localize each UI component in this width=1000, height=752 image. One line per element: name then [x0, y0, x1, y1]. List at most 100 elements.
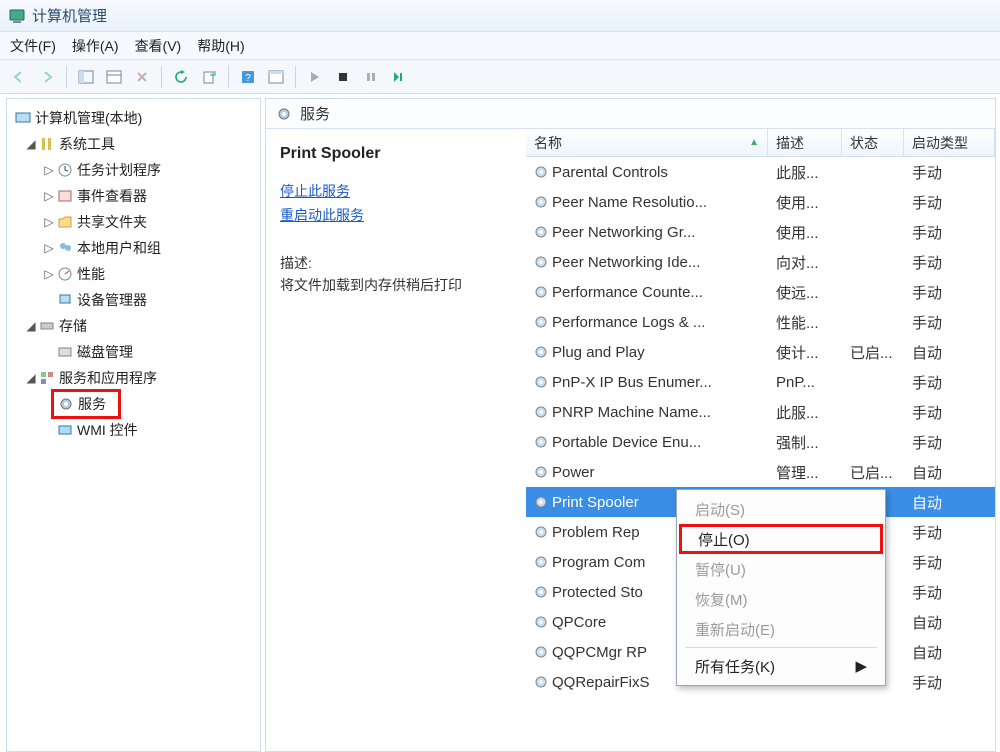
- tree-task-scheduler[interactable]: ▷ 任务计划程序: [11, 157, 256, 183]
- service-name: PNRP Machine Name...: [552, 404, 711, 421]
- titlebar: 计算机管理: [0, 0, 1000, 32]
- computer-icon: [15, 110, 31, 126]
- service-name: Performance Logs & ...: [552, 314, 705, 331]
- service-desc: 此服...: [768, 402, 842, 423]
- gear-icon: [534, 255, 548, 269]
- pause-button[interactable]: [360, 66, 382, 88]
- service-name: Performance Counte...: [552, 284, 703, 301]
- ctx-resume[interactable]: 恢复(M): [679, 584, 883, 614]
- service-row[interactable]: Peer Networking Ide...向对...手动: [526, 247, 995, 277]
- menubar: 文件(F) 操作(A) 查看(V) 帮助(H): [0, 32, 1000, 60]
- service-desc: 管理...: [768, 462, 842, 483]
- collapse-icon[interactable]: ◢: [25, 319, 37, 333]
- service-row[interactable]: Parental Controls此服...手动: [526, 157, 995, 187]
- restart-button[interactable]: [388, 66, 410, 88]
- tree-pane: 计算机管理(本地) ◢ 系统工具 ▷ 任务计划程序 ▷ 事件查看器 ▷ 共享文件…: [6, 98, 261, 752]
- tree-services[interactable]: 服务: [11, 391, 256, 417]
- forward-button[interactable]: [36, 66, 58, 88]
- show-hide-tree-button[interactable]: [75, 66, 97, 88]
- tree-shared-folders[interactable]: ▷ 共享文件夹: [11, 209, 256, 235]
- menu-file[interactable]: 文件(F): [10, 36, 56, 56]
- tree-label: 存储: [59, 316, 87, 336]
- service-row[interactable]: Peer Name Resolutio...使用...手动: [526, 187, 995, 217]
- view-button[interactable]: [265, 66, 287, 88]
- gear-icon: [534, 225, 548, 239]
- service-detail: Print Spooler 停止此服务 重启动此服务 描述: 将文件加载到内存供…: [266, 129, 526, 751]
- tree-label: 服务和应用程序: [59, 368, 157, 388]
- properties-button[interactable]: [103, 66, 125, 88]
- perf-icon: [57, 266, 73, 282]
- service-name: Plug and Play: [552, 344, 645, 361]
- service-row[interactable]: Power管理...已启...自动: [526, 457, 995, 487]
- stop-service-link[interactable]: 停止此服务: [280, 181, 516, 201]
- collapse-icon[interactable]: ◢: [25, 137, 37, 151]
- toolbar-separator: [161, 66, 162, 88]
- menu-action[interactable]: 操作(A): [72, 36, 119, 56]
- tree-event-viewer[interactable]: ▷ 事件查看器: [11, 183, 256, 209]
- gear-icon: [58, 396, 74, 412]
- expand-icon[interactable]: ▷: [43, 163, 55, 177]
- ctx-pause[interactable]: 暂停(U): [679, 554, 883, 584]
- service-desc: 使计...: [768, 342, 842, 363]
- ctx-start[interactable]: 启动(S): [679, 494, 883, 524]
- gear-icon: [276, 106, 292, 122]
- service-row[interactable]: Performance Counte...使远...手动: [526, 277, 995, 307]
- tree-label: 服务: [78, 394, 106, 414]
- play-button[interactable]: [304, 66, 326, 88]
- menu-help[interactable]: 帮助(H): [197, 36, 244, 56]
- service-desc: 性能...: [768, 312, 842, 333]
- tree-services-apps[interactable]: ◢ 服务和应用程序: [11, 365, 256, 391]
- gear-icon: [534, 555, 548, 569]
- tree-local-users[interactable]: ▷ 本地用户和组: [11, 235, 256, 261]
- tree-label: 计算机管理(本地): [35, 108, 142, 128]
- service-row[interactable]: PNRP Machine Name...此服...手动: [526, 397, 995, 427]
- nav-tree[interactable]: 计算机管理(本地) ◢ 系统工具 ▷ 任务计划程序 ▷ 事件查看器 ▷ 共享文件…: [7, 99, 260, 449]
- gear-icon: [534, 465, 548, 479]
- restart-service-link[interactable]: 重启动此服务: [280, 205, 516, 225]
- collapse-icon[interactable]: ◢: [25, 371, 37, 385]
- menu-view[interactable]: 查看(V): [135, 36, 182, 56]
- header-label: 服务: [300, 103, 330, 124]
- stop-button[interactable]: [332, 66, 354, 88]
- tree-label: 设备管理器: [77, 290, 147, 310]
- help-button[interactable]: ?: [237, 66, 259, 88]
- tree-system-tools[interactable]: ◢ 系统工具: [11, 131, 256, 157]
- tree-performance[interactable]: ▷ 性能: [11, 261, 256, 287]
- delete-button[interactable]: [131, 66, 153, 88]
- tree-device-manager[interactable]: 设备管理器: [11, 287, 256, 313]
- service-row[interactable]: Portable Device Enu...强制...手动: [526, 427, 995, 457]
- col-desc[interactable]: 描述: [768, 129, 842, 156]
- col-name[interactable]: 名称 ▲: [526, 129, 768, 156]
- col-start[interactable]: 启动类型: [904, 129, 995, 156]
- service-start: 手动: [904, 672, 995, 693]
- expand-icon[interactable]: ▷: [43, 189, 55, 203]
- expand-icon[interactable]: ▷: [43, 215, 55, 229]
- ctx-stop[interactable]: 停止(O): [679, 524, 883, 554]
- ctx-all-tasks[interactable]: 所有任务(K) ▶: [679, 651, 883, 681]
- ctx-restart[interactable]: 重新启动(E): [679, 614, 883, 644]
- service-row[interactable]: Plug and Play使计...已启...自动: [526, 337, 995, 367]
- service-name: PnP-X IP Bus Enumer...: [552, 374, 712, 391]
- gear-icon: [534, 375, 548, 389]
- back-button[interactable]: [8, 66, 30, 88]
- highlight-annotation: 服务: [51, 389, 121, 419]
- export-button[interactable]: [198, 66, 220, 88]
- tree-wmi[interactable]: WMI 控件: [11, 417, 256, 443]
- disk-icon: [57, 344, 73, 360]
- toolbar: ?: [0, 60, 1000, 94]
- expand-icon[interactable]: ▷: [43, 241, 55, 255]
- description-text: 将文件加载到内存供稍后打印: [280, 275, 516, 295]
- expand-icon[interactable]: ▷: [43, 267, 55, 281]
- service-name: QQRepairFixS: [552, 674, 650, 691]
- content-pane: 服务 Print Spooler 停止此服务 重启动此服务 描述: 将文件加载到…: [265, 98, 996, 752]
- service-row[interactable]: PnP-X IP Bus Enumer...PnP...手动: [526, 367, 995, 397]
- tree-root[interactable]: 计算机管理(本地): [11, 105, 256, 131]
- tree-disk-mgmt[interactable]: 磁盘管理: [11, 339, 256, 365]
- service-row[interactable]: Peer Networking Gr...使用...手动: [526, 217, 995, 247]
- service-start: 手动: [904, 312, 995, 333]
- col-state[interactable]: 状态: [842, 129, 904, 156]
- tree-storage[interactable]: ◢ 存储: [11, 313, 256, 339]
- service-row[interactable]: Performance Logs & ... 性能... 手动: [526, 307, 995, 337]
- service-start: 手动: [904, 432, 995, 453]
- refresh-button[interactable]: [170, 66, 192, 88]
